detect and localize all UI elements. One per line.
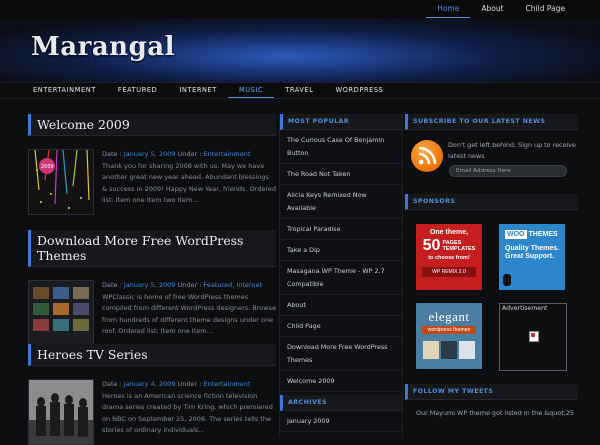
tweets-widget: FOLLOW MY TWEETS Our Mayumi WP theme got… xyxy=(405,384,578,418)
post: Download More Free WordPress Themes Date… xyxy=(28,230,276,346)
sponsor-ad-placeholder[interactable]: Advertisement xyxy=(499,303,567,371)
post-body: Date : January 5, 2009 Under : Featured,… xyxy=(28,280,276,346)
nav-entertainment[interactable]: ENTERTAINMENT xyxy=(0,83,107,98)
post-meta: Date : January 4, 2009 Under : Entertain… xyxy=(102,380,251,388)
right-sidebar: SUBSCRIBE TO OUR LATEST NEWS Don't get l… xyxy=(405,114,578,418)
top-nav-home[interactable]: Home xyxy=(426,0,471,18)
list-item[interactable]: Masagana WP Theme - WP 2.7 Compatible xyxy=(280,261,402,295)
top-nav: Home About Child Page xyxy=(426,0,576,18)
sponsor-ad-wpremix[interactable]: One theme, 50 PAGES TEMPLATES to choose … xyxy=(416,224,482,290)
list-item[interactable]: The Road Not Taken xyxy=(280,164,402,185)
archives-title: ARCHIVES xyxy=(280,395,402,411)
woo-mascot-icon xyxy=(503,274,511,286)
themes-collage-image xyxy=(29,281,93,345)
subscribe-title: SUBSCRIBE TO OUR LATEST NEWS xyxy=(405,114,578,130)
most-popular-list: The Curious Case Of Benjamin Button The … xyxy=(280,130,402,392)
list-item[interactable]: Download More Free WordPress Themes xyxy=(280,337,402,371)
site-logo[interactable]: Marangal xyxy=(31,32,175,62)
subscribe-widget: SUBSCRIBE TO OUR LATEST NEWS Don't get l… xyxy=(405,114,578,194)
post-category[interactable]: Entertainment xyxy=(204,380,251,388)
post-body: Date : January 4, 2009 Under : Entertain… xyxy=(28,379,276,445)
sponsor-ad-elegant-themes[interactable]: elegant wordpress themes xyxy=(416,303,482,369)
most-popular-title: MOST POPULAR xyxy=(280,114,402,130)
post-thumbnail[interactable] xyxy=(28,379,94,445)
post-title[interactable]: Download More Free WordPress Themes xyxy=(28,230,276,267)
svg-text:2009: 2009 xyxy=(41,164,54,170)
tweets-title: FOLLOW MY TWEETS xyxy=(405,384,578,400)
post-meta: Date : January 5, 2009 Under : Entertain… xyxy=(102,150,251,158)
top-nav-about[interactable]: About xyxy=(470,0,514,18)
heroes-cast-image xyxy=(29,380,93,444)
nav-travel[interactable]: TRAVEL xyxy=(274,83,324,98)
post-excerpt: Heroes is an American science fiction te… xyxy=(102,391,273,435)
list-item[interactable]: The Curious Case Of Benjamin Button xyxy=(280,130,402,164)
post-date[interactable]: January 4, 2009 xyxy=(124,380,176,388)
list-item[interactable]: Take a Dip xyxy=(280,240,402,261)
broken-image-icon xyxy=(529,331,539,342)
main-nav: ENTERTAINMENT FEATURED INTERNET MUSIC TR… xyxy=(0,82,600,99)
list-item[interactable]: Welcome 2009 xyxy=(280,371,402,392)
sponsors-widget: SPONSORS One theme, 50 PAGES TEMPLATES t… xyxy=(405,194,578,384)
post-category[interactable]: Entertainment xyxy=(204,150,251,158)
post: Welcome 2009 2009 Date: January 5, 2009… xyxy=(28,114,276,230)
archives-list: January 2009 xyxy=(280,411,402,432)
list-item[interactable]: Alicia Keys Remixed Now Available xyxy=(280,185,402,219)
nav-internet[interactable]: INTERNET xyxy=(168,83,228,98)
sponsors-title: SPONSORS xyxy=(405,194,578,210)
post-thumbnail[interactable] xyxy=(28,280,94,346)
rss-icon[interactable] xyxy=(411,140,443,172)
post-excerpt-block: Date : January 4, 2009 Under : Entertain… xyxy=(102,379,276,445)
popular-sidebar: MOST POPULAR The Curious Case Of Benjami… xyxy=(279,114,403,438)
post-excerpt-block: Date : January 5, 2009 Under : Entertain… xyxy=(102,149,276,215)
post: Heroes TV Series Date : January 4, 2009 … xyxy=(28,344,276,445)
post-category[interactable]: Featured, Internet xyxy=(204,281,263,289)
rss-waves-icon xyxy=(418,146,437,165)
email-input[interactable]: Email Address Here xyxy=(449,165,567,177)
nav-music[interactable]: MUSIC xyxy=(227,83,275,98)
list-item[interactable]: January 2009 xyxy=(280,411,402,432)
list-item[interactable]: Child Page xyxy=(280,316,402,337)
post-thumbnail[interactable]: 2009 xyxy=(28,149,94,215)
post-excerpt-block: Date : January 5, 2009 Under : Featured,… xyxy=(102,280,276,346)
post-excerpt: WPClassic is home of free WordPress them… xyxy=(102,292,276,336)
tweet-text[interactable]: Our Mayumi WP theme got listed in the &q… xyxy=(405,400,578,418)
top-bar: Home About Child Page xyxy=(0,0,600,18)
top-nav-child-page[interactable]: Child Page xyxy=(515,0,576,18)
confetti-image: 2009 xyxy=(29,150,93,214)
post-body: 2009 Date : January 5, 2009 Under : Ente… xyxy=(28,149,276,215)
main-content: Welcome 2009 2009 Date: January 5, 2009… xyxy=(28,114,276,445)
subscribe-text: Don't get left behind. Sign up to receiv… xyxy=(448,141,576,160)
list-item[interactable]: Tropical Paradise xyxy=(280,219,402,240)
post-excerpt: Thank you for sharing 2008 with us. May … xyxy=(102,161,276,205)
post-title[interactable]: Welcome 2009 xyxy=(28,114,276,136)
elegant-themes-thumbs xyxy=(423,341,475,359)
nav-featured[interactable]: FEATURED xyxy=(107,83,168,98)
sponsor-ad-woothemes[interactable]: WOO THEMES Quality Themes. Great Support… xyxy=(499,224,565,290)
nav-wordpress[interactable]: WORDPRESS xyxy=(325,83,395,98)
post-title[interactable]: Heroes TV Series xyxy=(28,344,276,366)
list-item[interactable]: About xyxy=(280,295,402,316)
post-date[interactable]: January 5, 2009 xyxy=(124,150,176,158)
post-date[interactable]: January 5, 2009 xyxy=(124,281,176,289)
site-header: Marangal xyxy=(0,18,600,82)
post-meta: Date : January 5, 2009 Under : Featured,… xyxy=(102,281,263,289)
